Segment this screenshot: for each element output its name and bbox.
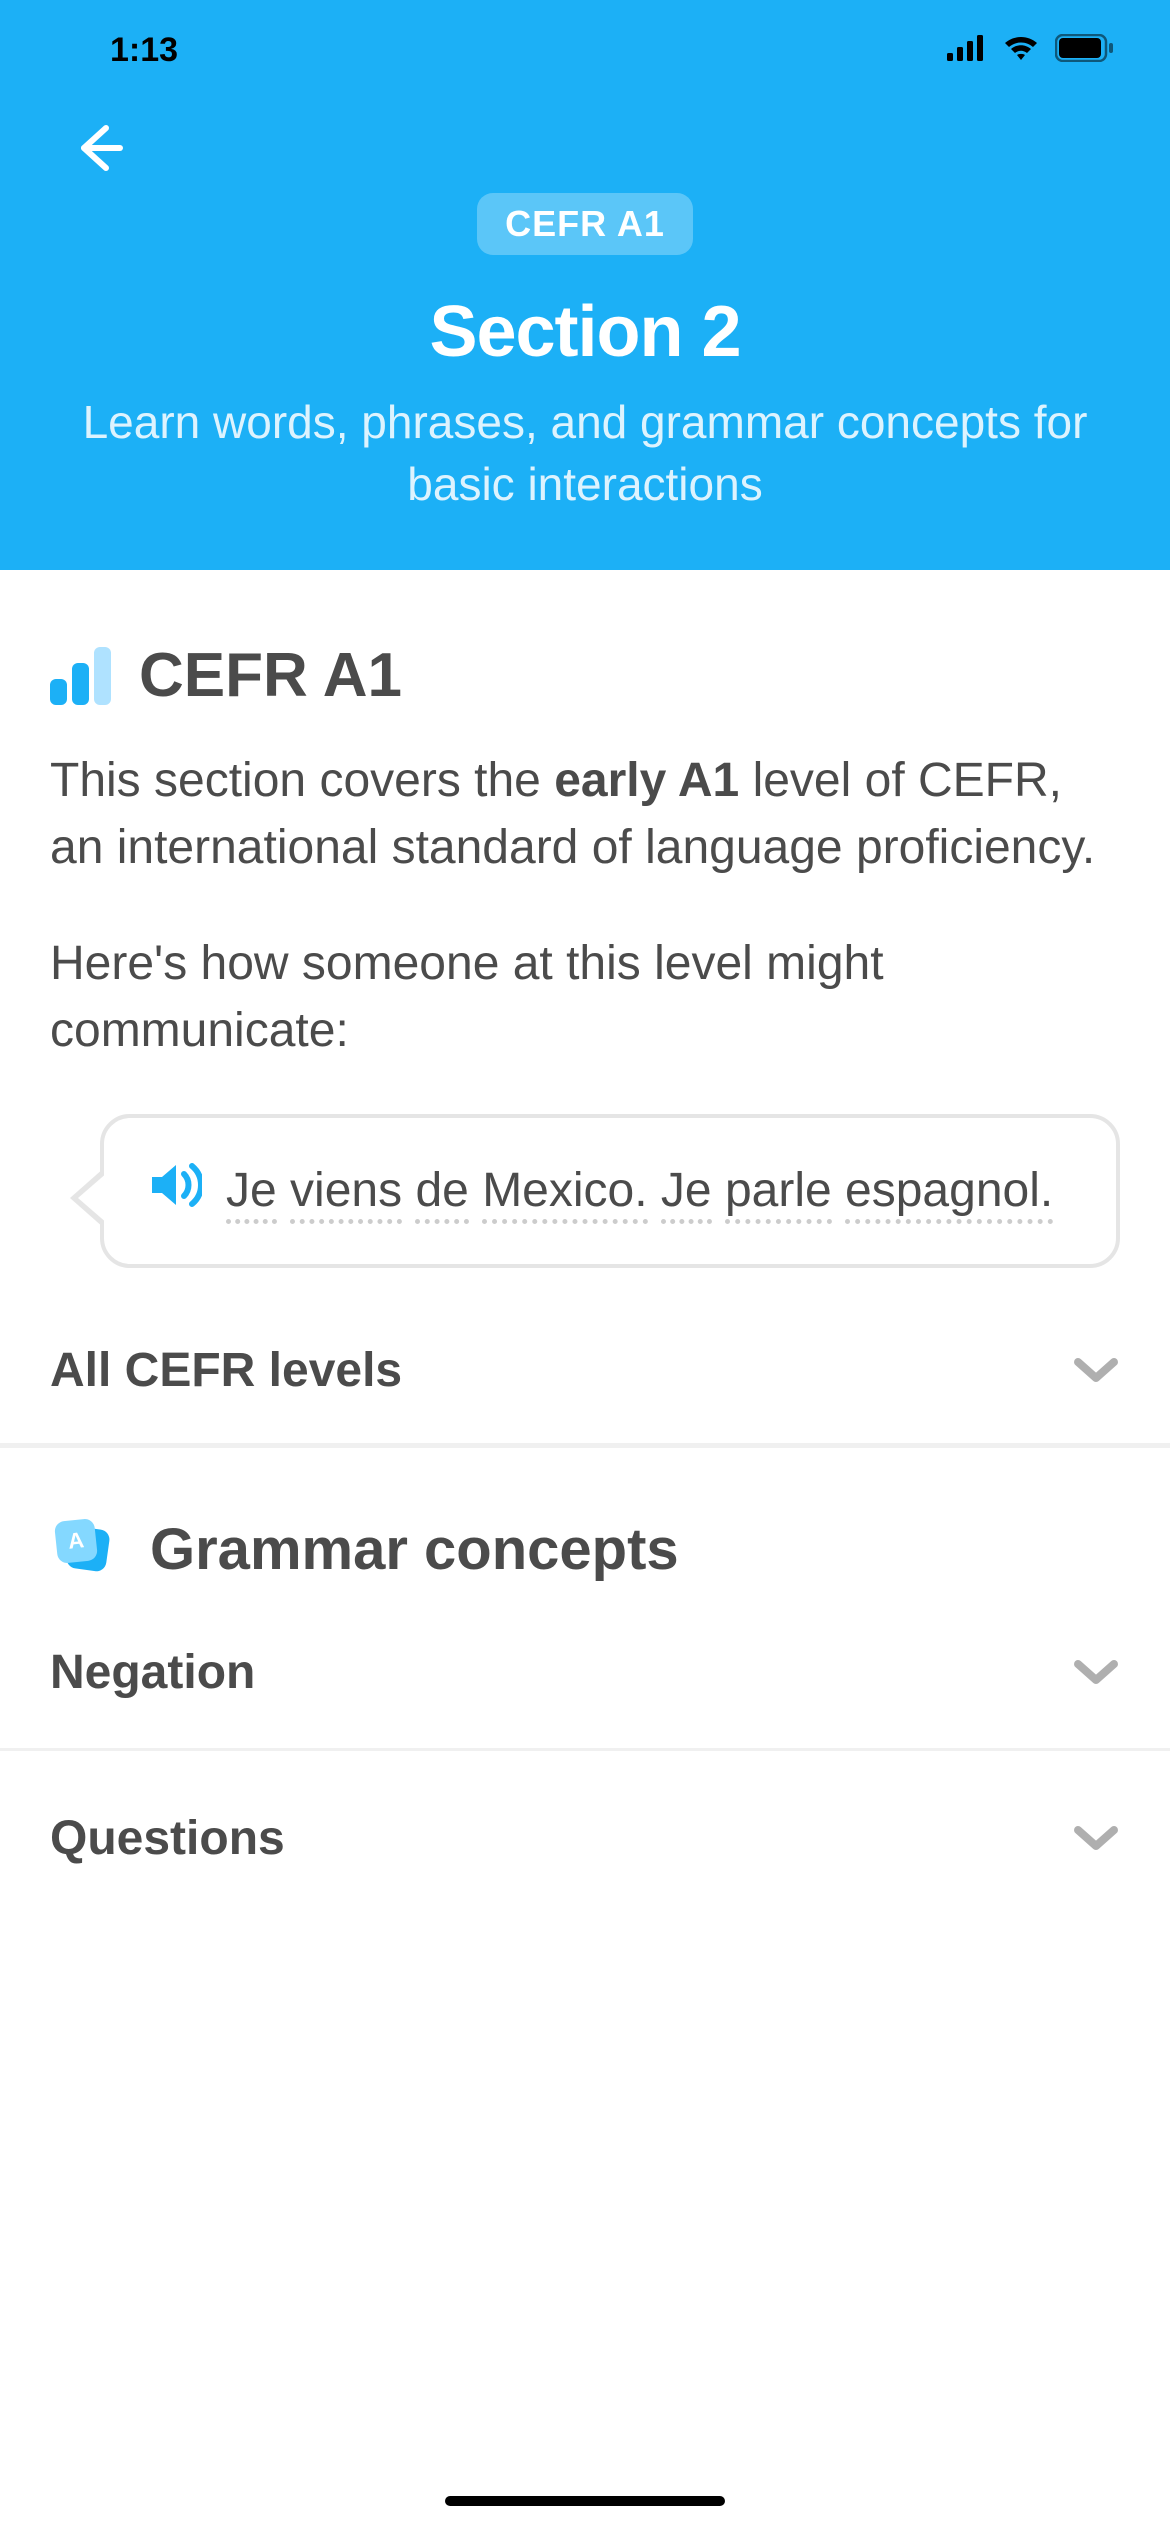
expander-label: All CEFR levels	[50, 1343, 402, 1398]
section-subtitle: Learn words, phrases, and grammar concep…	[60, 391, 1110, 515]
grammar-item-label: Questions	[50, 1811, 285, 1866]
section-title: Section 2	[60, 291, 1110, 373]
status-icons	[947, 34, 1115, 67]
header: 1:13 CEFR A1 Section 2 Learn words, phra…	[0, 0, 1170, 570]
cellular-icon	[947, 35, 987, 66]
status-time: 1:13	[110, 31, 178, 70]
chevron-down-icon	[1072, 1356, 1120, 1386]
cefr-heading: CEFR A1	[50, 640, 1120, 711]
main-content: CEFR A1 This section covers the early A1…	[0, 570, 1170, 1914]
svg-text:A: A	[67, 1528, 86, 1555]
cefr-description: This section covers the early A1 level o…	[50, 747, 1120, 881]
cards-icon: A	[50, 1514, 116, 1585]
cefr-badge: CEFR A1	[477, 193, 693, 255]
chevron-down-icon	[1072, 1824, 1120, 1854]
wifi-icon	[1001, 34, 1041, 67]
battery-icon	[1055, 34, 1115, 67]
cefr-heading-text: CEFR A1	[139, 640, 402, 711]
grammar-heading-text: Grammar concepts	[150, 1516, 679, 1583]
cefr-intro: Here's how someone at this level might c…	[50, 930, 1120, 1064]
grammar-item-negation[interactable]: Negation	[50, 1585, 1120, 1748]
header-content: CEFR A1 Section 2 Learn words, phrases, …	[0, 181, 1170, 515]
example-text[interactable]: Je viens de Mexico. Je parle espagnol.	[226, 1154, 1053, 1228]
back-button[interactable]	[0, 100, 126, 181]
home-indicator[interactable]	[445, 2496, 725, 2506]
grammar-item-label: Negation	[50, 1645, 255, 1700]
grammar-heading: A Grammar concepts	[50, 1514, 1120, 1585]
chevron-down-icon	[1072, 1658, 1120, 1688]
example-speech-bubble: Je viens de Mexico. Je parle espagnol.	[100, 1114, 1120, 1268]
all-cefr-levels-expander[interactable]: All CEFR levels	[50, 1298, 1120, 1443]
status-bar: 1:13	[0, 0, 1170, 100]
speaker-icon[interactable]	[146, 1160, 202, 1215]
desc-bold: early A1	[554, 754, 739, 807]
bars-icon	[50, 647, 111, 705]
desc-prefix: This section covers the	[50, 754, 554, 807]
grammar-section: A Grammar concepts Negation Questions	[50, 1448, 1120, 1914]
grammar-item-questions[interactable]: Questions	[50, 1751, 1120, 1914]
